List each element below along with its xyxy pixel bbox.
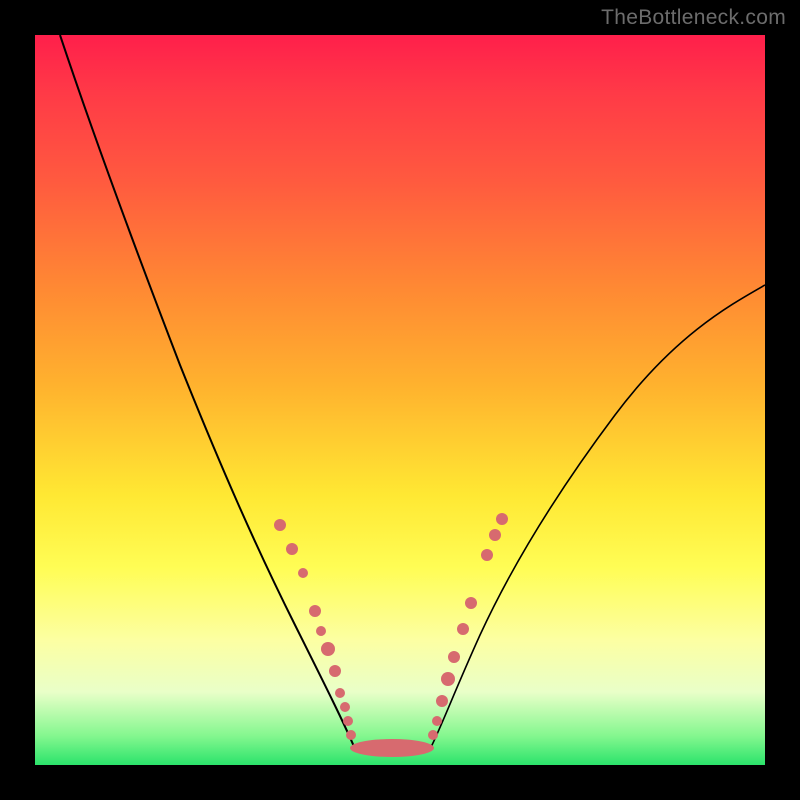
marker-left [321,642,335,656]
left-curve [60,35,355,749]
base-blob [350,739,434,757]
marker-right [432,716,442,726]
chart-frame: TheBottleneck.com [0,0,800,800]
marker-right [489,529,501,541]
marker-left [316,626,326,636]
right-curve [430,285,765,749]
marker-right [457,623,469,635]
marker-left [340,702,350,712]
marker-right [465,597,477,609]
marker-left [309,605,321,617]
marker-left [335,688,345,698]
marker-right [481,549,493,561]
watermark-text: TheBottleneck.com [601,6,786,30]
marker-right [436,695,448,707]
marker-left [274,519,286,531]
curve-svg [35,35,765,765]
marker-right [428,730,438,740]
marker-left [346,730,356,740]
marker-left [329,665,341,677]
plot-area [35,35,765,765]
marker-right [496,513,508,525]
marker-left [298,568,308,578]
marker-left [343,716,353,726]
marker-right [448,651,460,663]
marker-right [441,672,455,686]
marker-left [286,543,298,555]
